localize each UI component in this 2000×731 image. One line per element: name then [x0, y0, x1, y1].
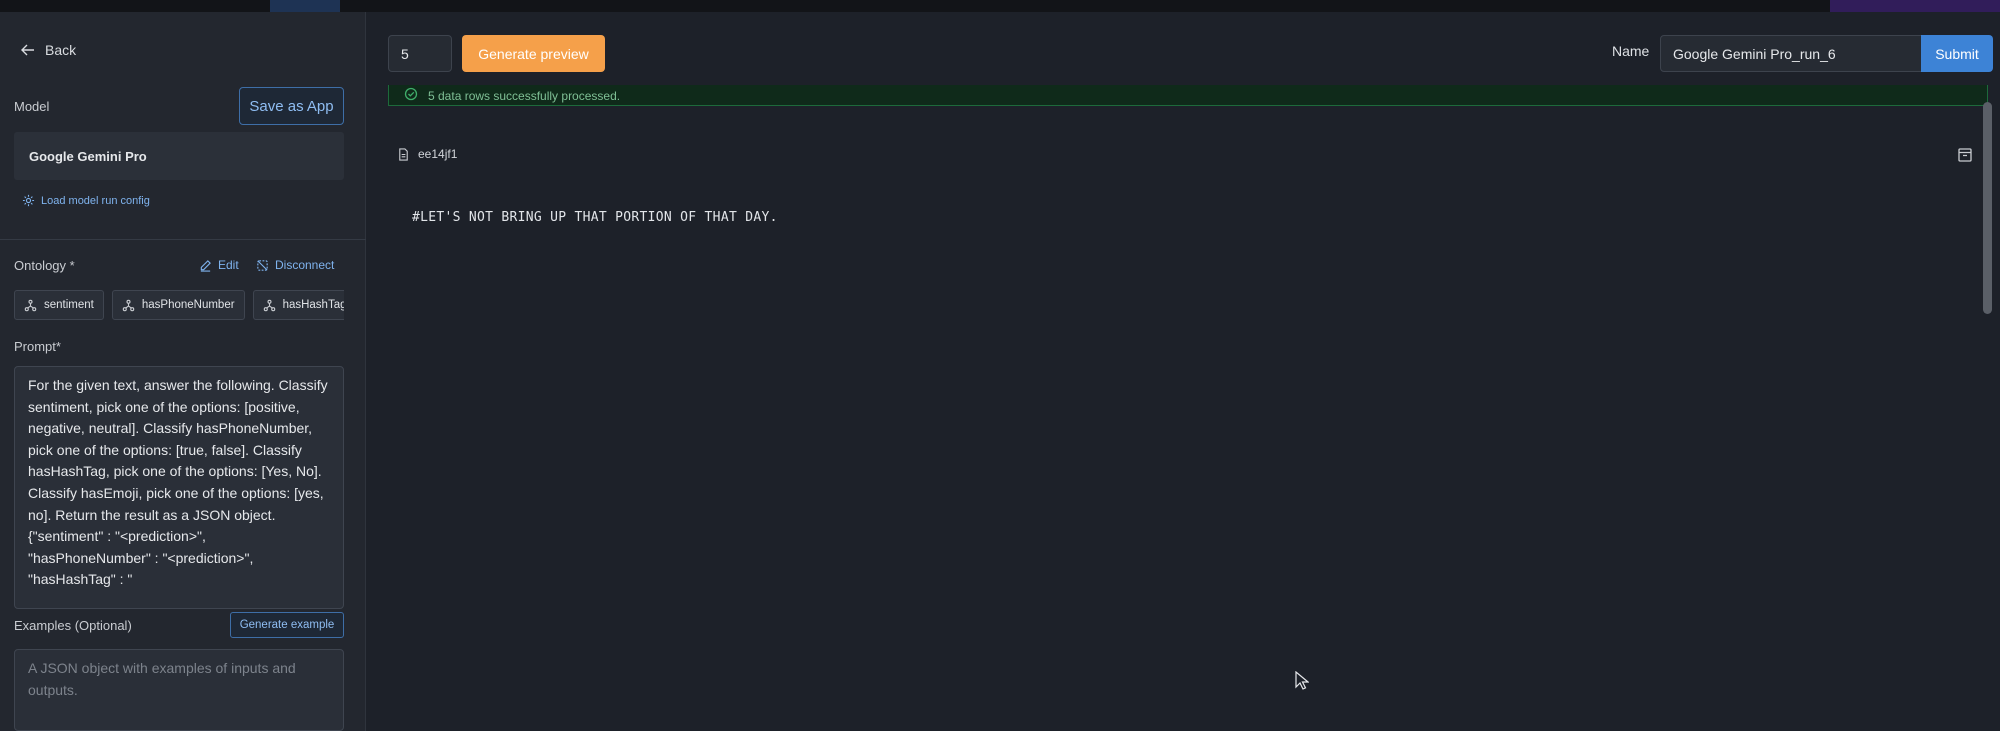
pencil-icon	[200, 259, 211, 272]
mouse-cursor-icon	[1295, 671, 1309, 690]
sidebar: Back Model Save as App Google Gemini Pro…	[0, 12, 366, 731]
ontology-chip-hashashtag[interactable]: hasHashTag	[252, 290, 344, 320]
name-label: Name	[1612, 43, 1650, 59]
chip-label: sentiment	[44, 299, 94, 311]
prompt-textarea[interactable]: For the given text, answer the following…	[14, 366, 344, 609]
row-count-input[interactable]: 5	[388, 35, 452, 72]
ontology-chip-list: sentiment hasPhoneNumber hasHashTag	[14, 290, 344, 320]
model-label: Model	[14, 99, 50, 114]
chip-label: hasPhoneNumber	[141, 299, 235, 311]
ontology-chip-hasphonenumber[interactable]: hasPhoneNumber	[111, 290, 245, 320]
edit-label: Edit	[218, 258, 239, 272]
submit-button[interactable]: Submit	[1921, 35, 1993, 72]
top-strip-glow	[1830, 0, 2000, 12]
window-top-strip	[0, 0, 2000, 12]
classification-icon	[24, 299, 37, 311]
generate-example-button[interactable]: Generate example	[230, 612, 344, 638]
ontology-disconnect-button[interactable]: Disconnect	[256, 258, 334, 272]
back-label: Back	[45, 42, 77, 58]
preview-panel: 5 Generate preview Name Google Gemini Pr…	[367, 12, 2000, 731]
archive-icon[interactable]	[1957, 147, 1973, 163]
examples-textarea[interactable]: A JSON object with examples of inputs an…	[14, 649, 344, 731]
generate-preview-button[interactable]: Generate preview	[462, 35, 605, 72]
disconnect-label: Disconnect	[275, 258, 335, 272]
back-button[interactable]: Back	[21, 42, 76, 58]
data-row-content: #LET'S NOT BRING UP THAT PORTION OF THAT…	[412, 210, 778, 225]
load-model-run-config-link[interactable]: Load model run config	[22, 194, 150, 207]
load-config-label: Load model run config	[41, 194, 150, 207]
model-select[interactable]: Google Gemini Pro	[14, 132, 344, 180]
ontology-label: Ontology *	[14, 258, 75, 273]
document-icon	[399, 147, 408, 161]
success-banner: 5 data rows successfully processed.	[388, 85, 1988, 106]
model-name: Google Gemini Pro	[29, 148, 147, 164]
file-id: ee14jf1	[418, 147, 458, 161]
ontology-chip-sentiment[interactable]: sentiment	[14, 290, 104, 320]
examples-label: Examples (Optional)	[14, 618, 132, 633]
classification-icon	[122, 299, 135, 311]
gear-icon	[22, 194, 35, 207]
run-name-input[interactable]: Google Gemini Pro_run_6	[1660, 35, 1928, 72]
data-row-id: ee14jf1	[397, 147, 457, 161]
scrollbar[interactable]	[1983, 102, 1992, 314]
check-circle-icon	[404, 87, 418, 101]
success-message: 5 data rows successfully processed.	[428, 89, 621, 103]
top-strip-glow	[270, 0, 340, 12]
disconnect-icon	[257, 259, 268, 271]
arrow-left-icon	[21, 44, 34, 56]
prompt-label: Prompt*	[14, 339, 61, 354]
save-as-app-button[interactable]: Save as App	[239, 87, 344, 125]
classification-icon	[263, 299, 275, 311]
chip-label: hasHashTag	[282, 299, 344, 311]
ontology-edit-button[interactable]: Edit	[199, 258, 239, 272]
sidebar-divider	[0, 239, 366, 240]
